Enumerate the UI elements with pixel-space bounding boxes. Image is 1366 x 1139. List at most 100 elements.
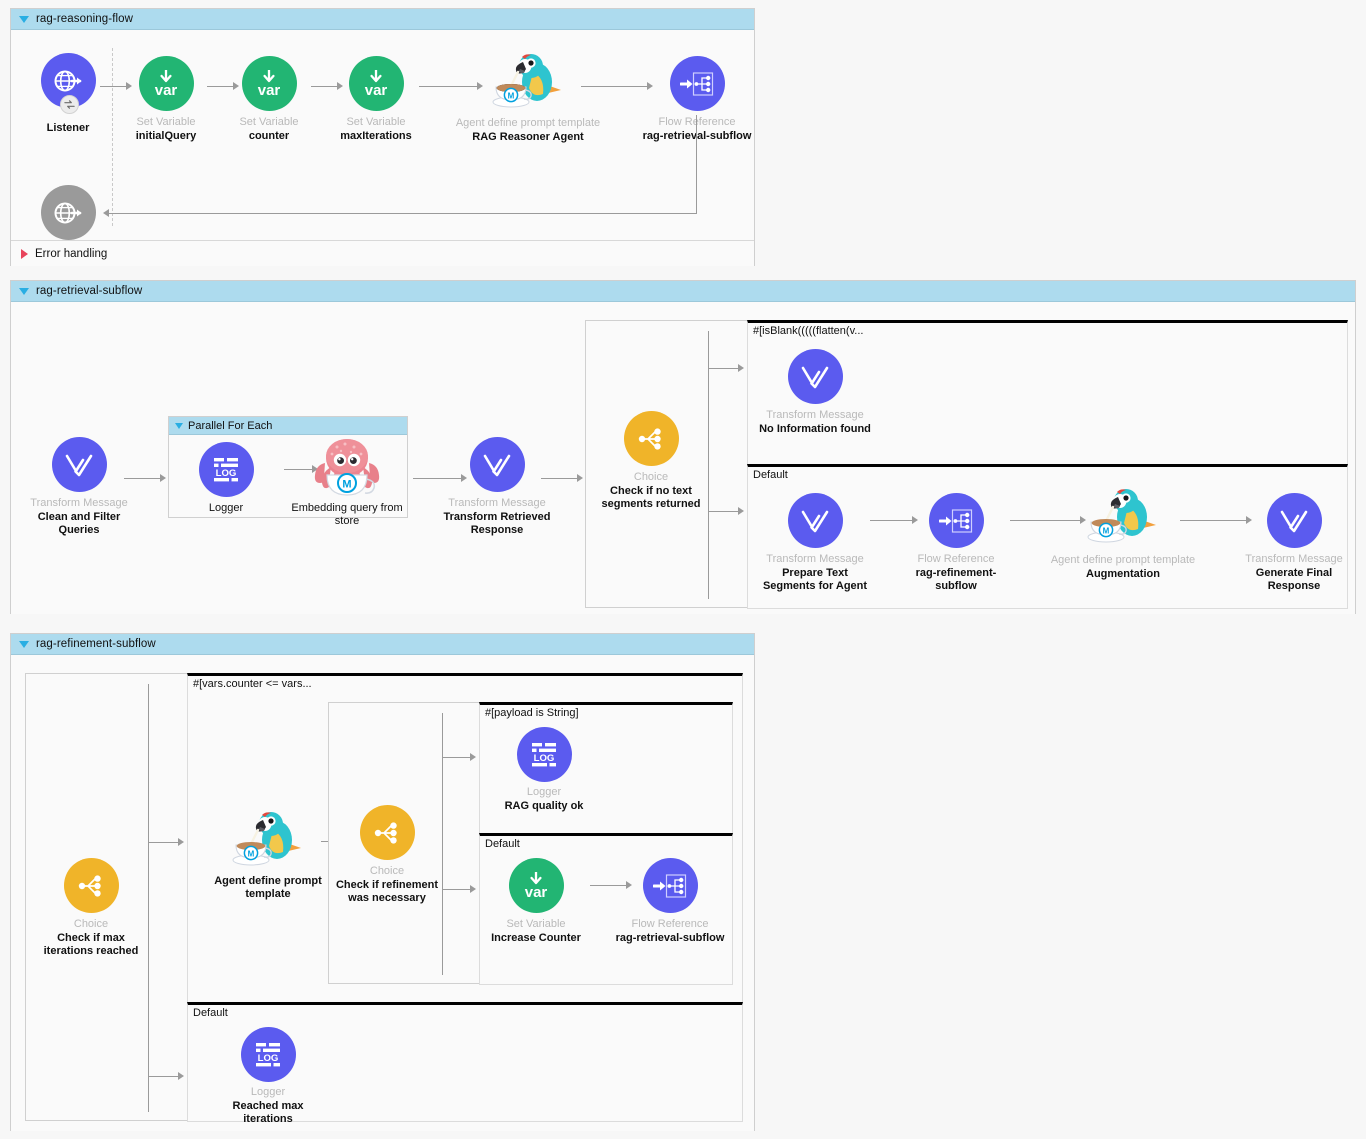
flow-header-rag-retrieval-subflow[interactable]: rag-retrieval-subflow xyxy=(11,281,1355,302)
node-name: No Information found xyxy=(759,423,871,435)
svg-text:M: M xyxy=(342,479,351,491)
node-type: Set Variable xyxy=(239,116,299,128)
node-choice-no-text-segments[interactable]: Choice Check if no text segments returne… xyxy=(593,411,709,511)
flow-header-rag-reasoning-flow[interactable]: rag-reasoning-flow xyxy=(11,9,754,30)
node-flow-reference-rag-refinement[interactable]: Flow Reference rag-refinement-subflow xyxy=(898,493,1014,593)
node-name: Transform Retrieved Response xyxy=(443,511,551,536)
node-logger-reached-max-iterations[interactable]: LOG Logger Reached max iterations xyxy=(210,1027,326,1126)
logger-icon: LOG xyxy=(486,727,602,782)
flow-header-rag-refinement-subflow[interactable]: rag-refinement-subflow xyxy=(11,634,754,655)
scope-title: Parallel For Each xyxy=(188,419,273,432)
node-name: rag-refinement-subflow xyxy=(915,567,997,592)
node-logger-rag-quality-ok[interactable]: LOG Logger RAG quality ok xyxy=(486,727,602,813)
agent-parrot-icon: M xyxy=(470,50,586,112)
node-name: rag-retrieval-subflow xyxy=(615,932,725,944)
choice-icon xyxy=(593,411,709,466)
node-name: Reached max iterations xyxy=(232,1100,304,1125)
connector xyxy=(148,842,180,843)
node-name: Check if no text segments returned xyxy=(601,485,701,510)
node-name: initialQuery xyxy=(135,130,197,142)
node-type: Logger xyxy=(250,1086,286,1098)
node-transform-no-information-found[interactable]: Transform Message No Information found xyxy=(757,349,873,436)
node-transform-clean-filter-queries[interactable]: Transform Message Clean and Filter Queri… xyxy=(21,437,137,537)
agent-parrot-icon: M xyxy=(210,808,326,872)
node-type: Flow Reference xyxy=(917,553,995,565)
flow-panel-rag-refinement-subflow[interactable]: rag-refinement-subflow Choice Check if m… xyxy=(10,633,755,1131)
choice-spine xyxy=(708,331,709,599)
arrow-icon xyxy=(178,838,184,846)
arrow-icon xyxy=(738,364,744,372)
node-flow-reference-rag-retrieval-loop[interactable]: Flow Reference rag-retrieval-subflow xyxy=(612,858,728,945)
node-http-response[interactable] xyxy=(10,185,126,240)
flow-reference-icon xyxy=(612,858,728,913)
node-name: Increase Counter xyxy=(491,932,581,944)
node-name: Agent define prompt template xyxy=(214,875,322,900)
chevron-right-icon[interactable] xyxy=(21,248,28,259)
flow-panel-rag-retrieval-subflow[interactable]: rag-retrieval-subflow Transform Message … xyxy=(10,280,1356,614)
choice-route-isblank[interactable]: #[isBlank(((((flatten(v... Transform Mes… xyxy=(747,320,1348,465)
scope-header-parallel-for-each[interactable]: Parallel For Each xyxy=(169,417,407,435)
arrow-icon xyxy=(577,474,583,482)
error-handling-bar[interactable]: Error handling xyxy=(11,240,754,266)
node-logger[interactable]: LOG Logger xyxy=(168,442,284,515)
node-type: Set Variable xyxy=(346,116,406,128)
flow-canvas-rag-retrieval-subflow[interactable]: Transform Message Clean and Filter Queri… xyxy=(11,302,1355,614)
node-name: rag-retrieval-subflow xyxy=(642,130,752,142)
choice-icon xyxy=(33,858,149,913)
transform-message-icon xyxy=(757,349,873,404)
svg-text:LOG: LOG xyxy=(258,1053,279,1064)
route-label: Default xyxy=(753,469,788,481)
node-name: Embedding query from store xyxy=(291,502,403,527)
flow-title: rag-reasoning-flow xyxy=(36,13,134,25)
choice-route-payload-is-string[interactable]: #[payload is String] LOG Logger RAG qual… xyxy=(479,702,733,834)
var-glyph: var xyxy=(154,81,178,99)
node-type: Transform Message xyxy=(1245,553,1343,565)
node-choice-refinement-necessary[interactable]: Choice Check if refinement was necessary xyxy=(329,805,445,905)
choice-container-refinement-necessary[interactable]: Choice Check if refinement was necessary… xyxy=(328,702,733,985)
chevron-down-icon[interactable] xyxy=(19,640,29,648)
node-type: Transform Message xyxy=(766,553,864,565)
node-set-variable-increase-counter[interactable]: var Set Variable Increase Counter xyxy=(478,858,594,945)
node-agent-define-prompt-template[interactable]: M Agent define prompt template xyxy=(210,808,326,901)
listener-badge-icon xyxy=(60,95,79,114)
arrow-icon xyxy=(470,753,476,761)
node-transform-generate-final-response[interactable]: Transform Message Generate Final Respons… xyxy=(1236,493,1352,593)
choice-route-counter[interactable]: #[vars.counter <= vars... M Agent define… xyxy=(187,673,743,1003)
choice-container-max-iterations[interactable]: Choice Check if max iterations reached #… xyxy=(25,673,743,1125)
svg-text:M: M xyxy=(508,91,515,100)
chevron-down-icon[interactable] xyxy=(19,15,29,23)
node-choice-max-iterations[interactable]: Choice Check if max iterations reached xyxy=(33,858,149,958)
node-set-variable-maxiterations[interactable]: var Set Variable maxIterations xyxy=(318,56,434,143)
flow-panel-rag-reasoning-flow[interactable]: rag-reasoning-flow Listener var Set Vari… xyxy=(10,8,755,266)
node-type: Transform Message xyxy=(30,497,128,509)
node-transform-prepare-text-segments[interactable]: Transform Message Prepare Text Segments … xyxy=(757,493,873,593)
flow-canvas-rag-reasoning-flow[interactable]: Listener var Set Variable initialQuery v… xyxy=(11,30,754,240)
node-agent-rag-reasoner[interactable]: M Agent define prompt template RAG Reaso… xyxy=(456,50,600,144)
arrow-icon xyxy=(470,885,476,893)
choice-route-inner-default[interactable]: Default var Set Variable Increase Counte… xyxy=(479,833,733,985)
scope-parallel-for-each[interactable]: Parallel For Each LOG Logger M Embedding… xyxy=(168,416,408,527)
node-type: Transform Message xyxy=(766,409,864,421)
node-type: Flow Reference xyxy=(631,918,709,930)
choice-route-default[interactable]: Default Transform Message Prepare Text S… xyxy=(747,464,1348,609)
node-embedding-query-from-store[interactable]: M Embedding query from store xyxy=(289,437,405,528)
svg-text:M: M xyxy=(248,849,255,858)
connector xyxy=(109,213,697,214)
choice-route-outer-default[interactable]: Default LOG Logger Reached max iteration… xyxy=(187,1002,743,1125)
set-variable-icon: var xyxy=(211,56,327,111)
flow-reference-icon xyxy=(639,56,755,111)
flow-canvas-rag-refinement-subflow[interactable]: Choice Check if max iterations reached #… xyxy=(11,655,754,1131)
choice-container-no-text-segments[interactable]: Choice Check if no text segments returne… xyxy=(585,320,1348,609)
node-name: Clean and Filter Queries xyxy=(37,511,121,536)
connector xyxy=(442,889,472,890)
chevron-down-icon[interactable] xyxy=(175,422,183,429)
node-set-variable-counter[interactable]: var Set Variable counter xyxy=(211,56,327,143)
node-transform-retrieved-response[interactable]: Transform Message Transform Retrieved Re… xyxy=(439,437,555,537)
flow-title: rag-refinement-subflow xyxy=(36,638,156,650)
node-name: Logger xyxy=(208,502,244,514)
chevron-down-icon[interactable] xyxy=(19,287,29,295)
node-agent-augmentation[interactable]: M Agent define prompt template Augmentat… xyxy=(1051,485,1195,581)
logger-icon: LOG xyxy=(168,442,284,497)
node-set-variable-initialquery[interactable]: var Set Variable initialQuery xyxy=(108,56,224,143)
node-flow-reference-rag-retrieval[interactable]: Flow Reference rag-retrieval-subflow xyxy=(639,56,755,143)
